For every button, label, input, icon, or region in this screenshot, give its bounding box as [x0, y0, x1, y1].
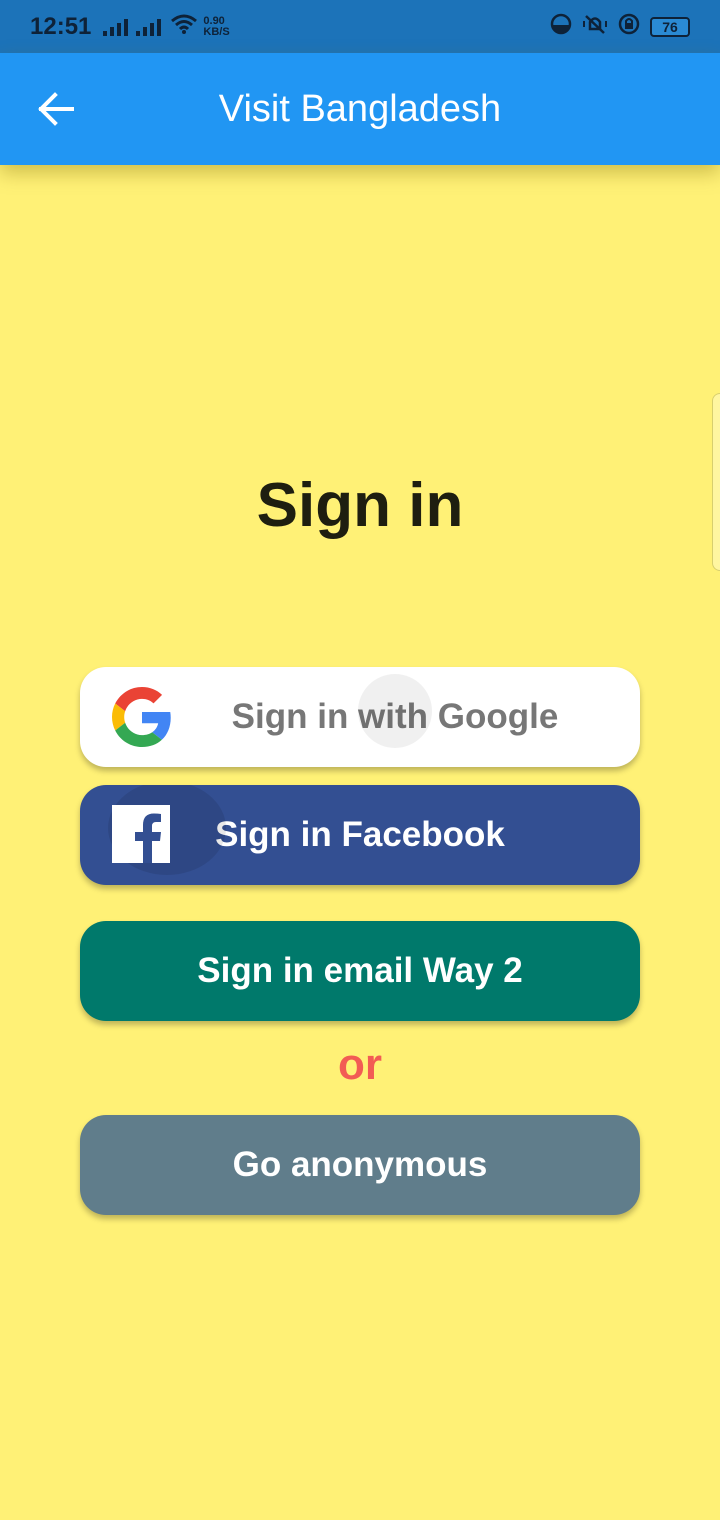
app-bar: Visit Bangladesh [0, 53, 720, 165]
google-logo-icon [112, 687, 172, 747]
vibrate-icon [582, 13, 608, 40]
wifi-icon [171, 14, 198, 39]
app-title: Visit Bangladesh [218, 88, 502, 130]
go-anonymous-label: Go anonymous [232, 1145, 488, 1184]
status-time: 12:51 [30, 12, 92, 40]
signal-icon [103, 18, 129, 36]
page-title: Sign in [256, 471, 464, 540]
rotation-lock-icon [618, 13, 640, 40]
net-speed: 0.90 KB/S [203, 14, 230, 38]
net-speed-value: 0.90 [203, 14, 225, 27]
sign-in-email-label: Sign in email Way 2 [197, 951, 523, 990]
signal-icon [136, 18, 162, 36]
sign-in-google-button[interactable]: Sign in with Google [80, 667, 640, 767]
press-ripple [358, 674, 432, 748]
data-saver-icon [550, 13, 572, 40]
go-anonymous-button[interactable]: Go anonymous [80, 1115, 640, 1215]
facebook-logo-icon [112, 805, 170, 863]
net-speed-unit: KB/S [203, 25, 230, 38]
sign-in-email-button[interactable]: Sign in email Way 2 [80, 921, 640, 1021]
status-icons: 76 [550, 0, 690, 53]
sign-in-facebook-button[interactable]: Sign in Facebook [80, 785, 640, 885]
status-bar: 12:51 0.90 KB/S 76 [0, 0, 720, 53]
battery-icon: 76 [650, 16, 690, 37]
or-divider: or [338, 1040, 382, 1089]
sign-in-facebook-label: Sign in Facebook [215, 815, 505, 854]
